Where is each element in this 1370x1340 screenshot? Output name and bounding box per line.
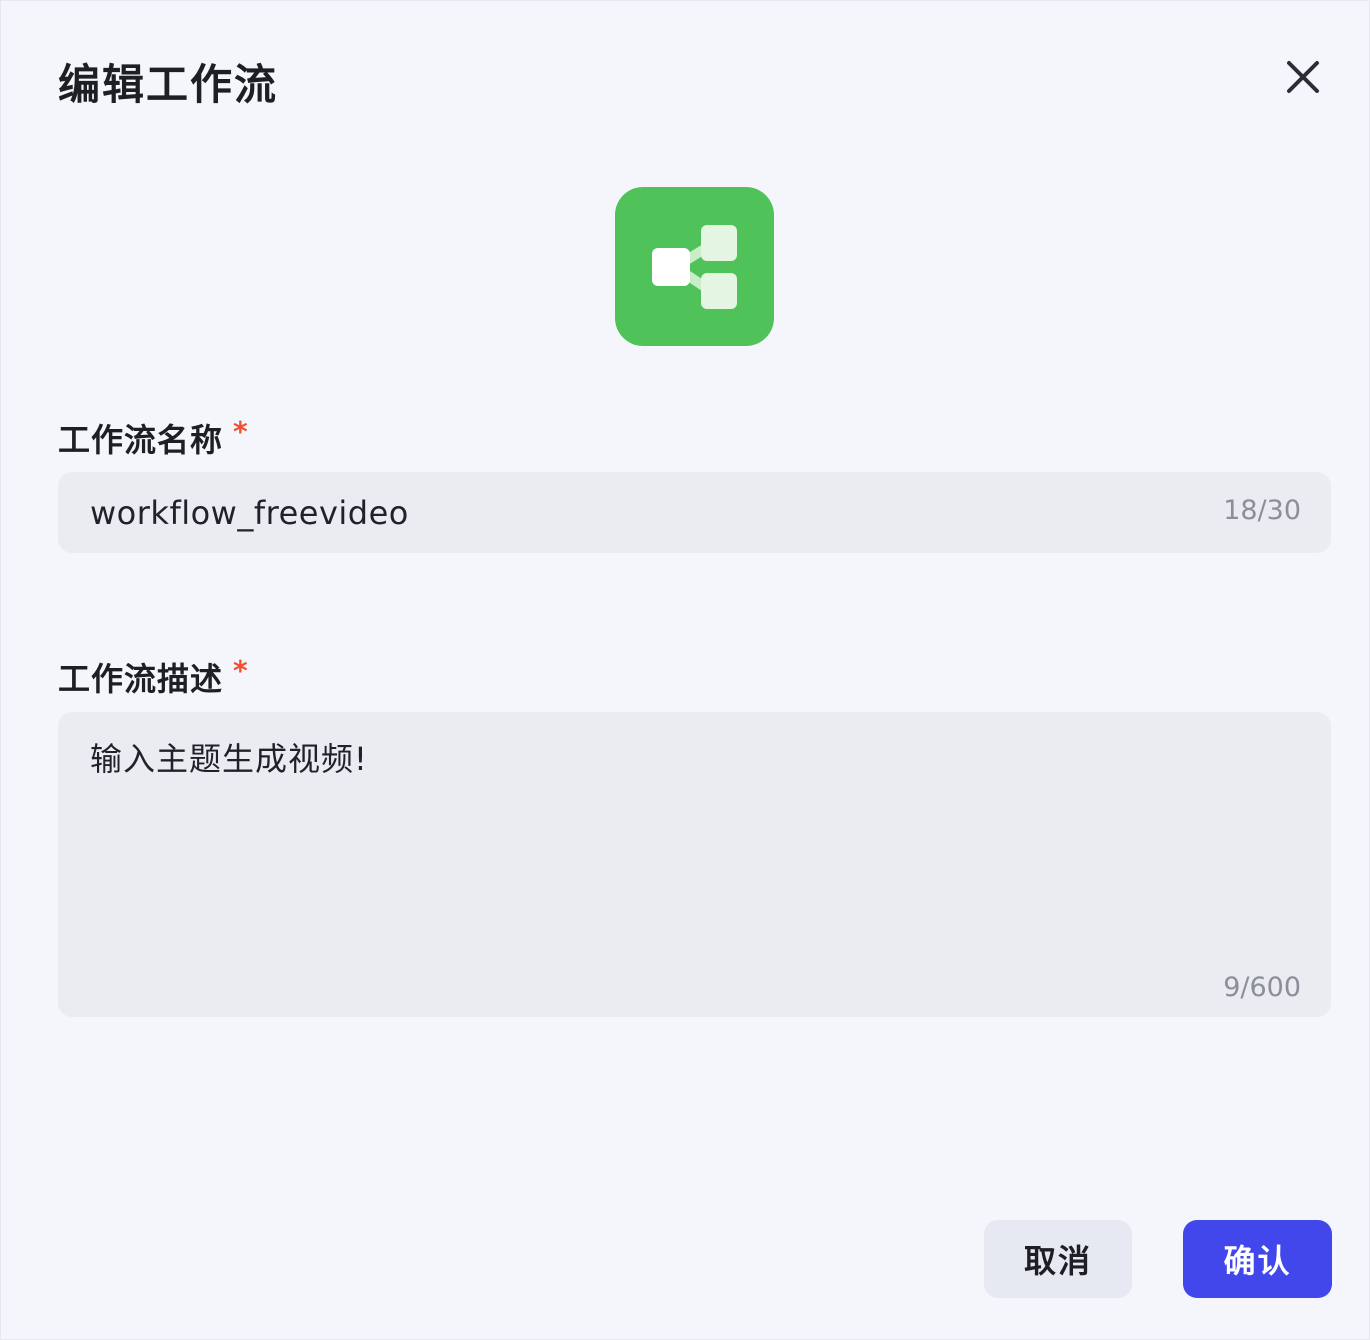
required-mark: * [233,654,249,687]
close-icon[interactable] [1281,55,1325,99]
name-label-text: 工作流名称 [58,421,224,459]
confirm-button[interactable]: 确认 [1183,1220,1332,1298]
workflow-name-input[interactable]: workflow_freevideo 18/30 [58,472,1331,553]
workflow-icon[interactable] [615,187,774,346]
description-label-text: 工作流描述 [58,660,224,698]
workflow-name-value[interactable]: workflow_freevideo [90,494,409,532]
description-label: 工作流描述 * [58,654,249,700]
edit-workflow-dialog: 编辑工作流 工作流名称 * workflow_freevideo 18/30 工作… [0,0,1370,1340]
required-mark: * [233,415,249,448]
workflow-description-value[interactable]: 输入主题生成视频! [90,734,368,780]
dialog-title: 编辑工作流 [58,60,279,109]
name-char-counter: 18/30 [1223,495,1301,526]
name-label: 工作流名称 * [58,415,249,461]
description-char-counter: 9/600 [1223,972,1301,1003]
workflow-description-textarea[interactable]: 输入主题生成视频! 9/600 [58,712,1331,1017]
cancel-button[interactable]: 取消 [984,1220,1132,1298]
